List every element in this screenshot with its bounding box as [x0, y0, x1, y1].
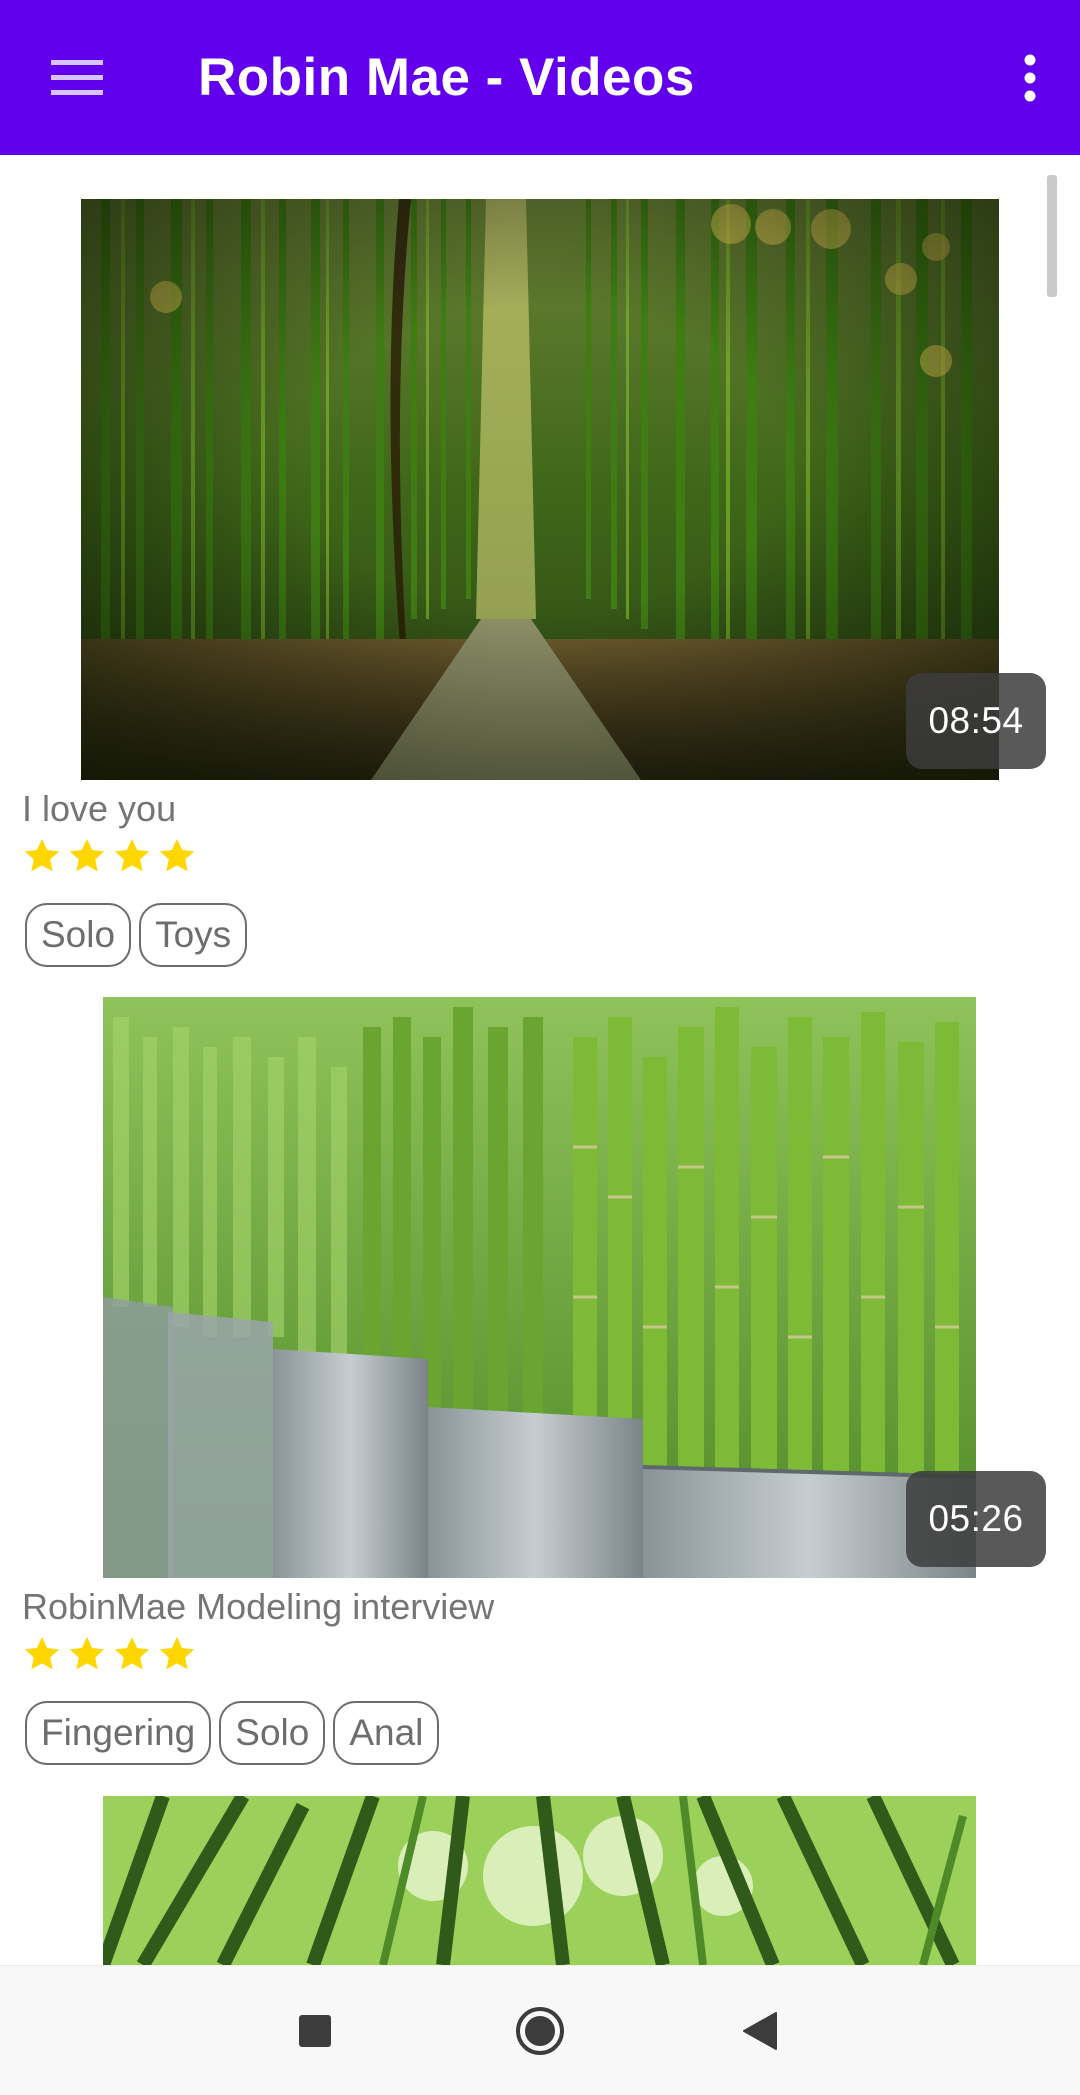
- circle-home-icon: [516, 2007, 564, 2055]
- back-button[interactable]: [710, 1986, 810, 2076]
- overflow-menu-button[interactable]: [980, 40, 1080, 116]
- star-icon: [24, 1637, 60, 1670]
- video-card[interactable]: 05:26 RobinMae Modeling interview Finger…: [0, 155, 1080, 1765]
- bamboo-canopy-image: [103, 1796, 976, 1965]
- home-button[interactable]: [490, 1986, 590, 2076]
- video-list[interactable]: 08:54 I love you Solo Toys 05:26 RobinMa…: [0, 155, 1080, 1965]
- page-title: Robin Mae - Videos: [198, 48, 695, 107]
- menu-button[interactable]: [38, 45, 116, 111]
- recents-button[interactable]: [265, 1986, 365, 2076]
- square-recents-icon: [299, 2015, 331, 2047]
- star-icon: [114, 1637, 150, 1670]
- triangle-back-icon: [743, 2012, 777, 2050]
- video-duration-badge: 05:26: [906, 1471, 1046, 1567]
- app-screen: Robin Mae - Videos 08:54 I love you Solo…: [0, 0, 1080, 2095]
- system-navigation-bar: [0, 1965, 1080, 2095]
- video-thumbnail[interactable]: [103, 997, 976, 1578]
- app-bar: Robin Mae - Videos: [0, 0, 1080, 155]
- bamboo-buckets-image: [103, 997, 976, 1578]
- tag-chip[interactable]: Solo: [219, 1701, 326, 1765]
- tag-list: Fingering Solo Anal: [25, 1701, 440, 1765]
- tag-chip[interactable]: Fingering: [25, 1701, 212, 1765]
- star-rating: [22, 1634, 197, 1674]
- star-icon: [159, 1637, 195, 1670]
- tag-chip[interactable]: Anal: [333, 1701, 440, 1765]
- video-title[interactable]: RobinMae Modeling interview: [22, 1586, 494, 1628]
- more-vertical-icon: [1024, 54, 1036, 102]
- star-icon: [69, 1637, 105, 1670]
- video-thumbnail[interactable]: [103, 1796, 976, 1965]
- hamburger-menu-icon: [51, 60, 103, 95]
